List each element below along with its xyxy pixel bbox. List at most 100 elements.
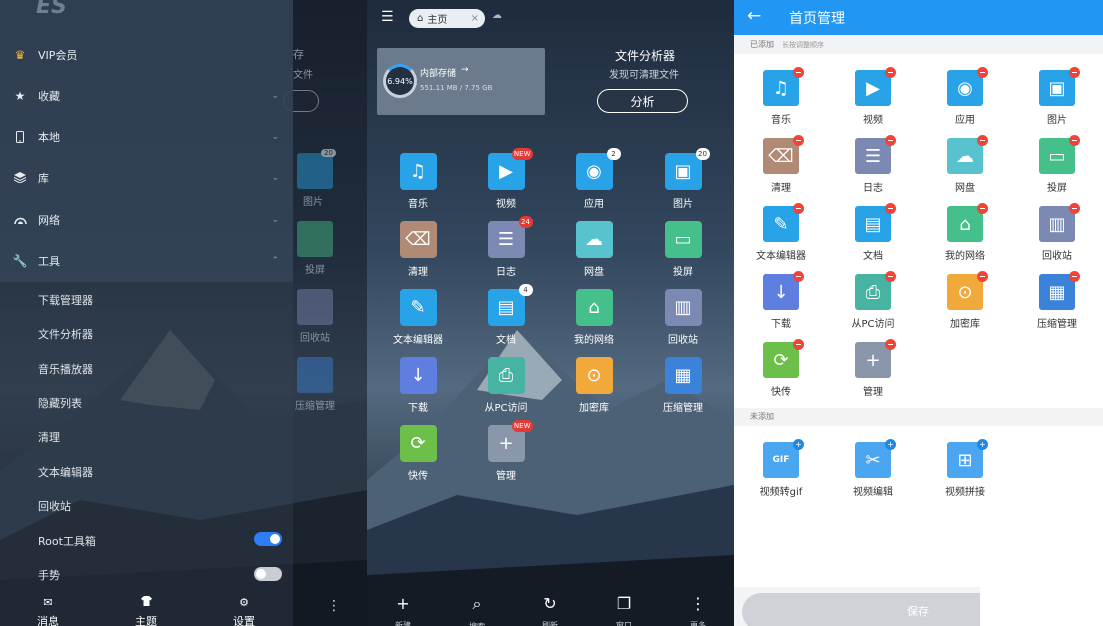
added-item-music[interactable]: ♫ 音乐 <box>751 67 811 126</box>
toolbar-label: 更多 <box>690 621 706 626</box>
tool-download-manager[interactable]: 下载管理器 <box>38 292 93 308</box>
tool-clean[interactable]: 清理 <box>38 429 60 445</box>
cloud-icon[interactable]: ☁ <box>492 10 502 21</box>
home-app-transfer[interactable]: ⟳ 快传 <box>388 425 448 482</box>
home-app-doc[interactable]: ▤ 4 文档 <box>476 284 536 346</box>
remove-icon[interactable] <box>793 339 804 350</box>
remove-icon[interactable] <box>885 339 896 350</box>
home-app-cast[interactable]: ▭ 投屏 <box>653 221 713 278</box>
settings-button[interactable]: ⚙ 设置 <box>214 596 274 626</box>
remove-icon[interactable] <box>793 135 804 146</box>
analyze-button[interactable]: 分析 <box>597 89 688 113</box>
added-item-edit[interactable]: ✎ 文本编辑器 <box>751 203 811 262</box>
remove-icon[interactable] <box>1069 271 1080 282</box>
menu-item-favorites[interactable]: ★ 收藏 ⌄ <box>0 75 293 116</box>
added-item-android[interactable]: ◉ 应用 <box>935 67 995 126</box>
home-app-cloud[interactable]: ☁ 网盘 <box>564 221 624 278</box>
added-item-pc[interactable]: ⎙ 从PC访问 <box>843 271 903 330</box>
added-item-cast[interactable]: ▭ 投屏 <box>1027 135 1087 194</box>
added-item-download[interactable]: ↓ 下载 <box>751 271 811 330</box>
added-item-transfer[interactable]: ⟳ 快传 <box>751 339 811 398</box>
add-icon[interactable]: + <box>793 439 804 450</box>
close-icon[interactable]: × <box>471 13 479 24</box>
remove-icon[interactable] <box>1069 135 1080 146</box>
home-app-router[interactable]: ⌂ 我的网络 <box>564 289 624 346</box>
added-item-trash[interactable]: ▥ 回收站 <box>1027 203 1087 262</box>
cloud-icon: ☁ <box>947 135 988 174</box>
home-app-safe[interactable]: ⊙ 加密库 <box>564 357 624 414</box>
home-app-android[interactable]: ◉ 2 应用 <box>564 148 624 210</box>
toolbar-search[interactable]: ⌕ 搜索 <box>457 594 497 626</box>
remove-icon[interactable] <box>793 203 804 214</box>
home-app-image[interactable]: ▣ 20 图片 <box>653 148 713 210</box>
tool-music-player[interactable]: 音乐播放器 <box>38 361 93 377</box>
added-item-image[interactable]: ▣ 图片 <box>1027 67 1087 126</box>
added-item-safe[interactable]: ⊙ 加密库 <box>935 271 995 330</box>
menu-item-local[interactable]: 本地 ⌄ <box>0 116 293 157</box>
toolbar-windows[interactable]: ❐ 窗口 <box>604 594 644 626</box>
arrow-right-icon: → <box>461 65 469 75</box>
not-added-item-video-edit[interactable]: ✂ + 视频编辑 <box>843 439 903 498</box>
remove-icon[interactable] <box>885 67 896 78</box>
added-item-log[interactable]: ☰ 日志 <box>843 135 903 194</box>
home-screen-behind[interactable]: 存 文件 20 图片 投屏 回收站 压缩管理 ⋮ <box>283 0 367 626</box>
add-icon[interactable]: + <box>885 439 896 450</box>
home-app-music[interactable]: ♫ 音乐 <box>388 153 448 210</box>
tool-hidden-list[interactable]: 隐藏列表 <box>38 395 82 411</box>
home-app-download[interactable]: ↓ 下载 <box>388 357 448 414</box>
remove-icon[interactable] <box>885 203 896 214</box>
remove-icon[interactable] <box>977 203 988 214</box>
remove-icon[interactable] <box>885 271 896 282</box>
added-item-video[interactable]: ▶ 视频 <box>843 67 903 126</box>
tool-recycle-bin[interactable]: 回收站 <box>38 498 71 514</box>
menu-item-network[interactable]: 网络 ⌄ <box>0 199 293 240</box>
remove-icon[interactable] <box>793 271 804 282</box>
back-arrow-icon[interactable]: ← <box>747 6 761 26</box>
remove-icon[interactable] <box>977 67 988 78</box>
home-app-pc[interactable]: ⎙ 从PC访问 <box>476 357 536 414</box>
remove-icon[interactable] <box>977 135 988 146</box>
home-app-video[interactable]: ▶ NEW 视频 <box>476 148 536 210</box>
remove-icon[interactable] <box>1069 203 1080 214</box>
tool-text-editor[interactable]: 文本编辑器 <box>38 464 93 480</box>
added-item-zip[interactable]: ▦ 压缩管理 <box>1027 271 1087 330</box>
gesture-toggle[interactable] <box>254 567 282 581</box>
menu-item-library[interactable]: 库 ⌄ <box>0 157 293 198</box>
home-app-edit[interactable]: ✎ 文本编辑器 <box>388 289 448 346</box>
added-item-plus[interactable]: + 管理 <box>843 339 903 398</box>
home-app-zip[interactable]: ▦ 压缩管理 <box>653 357 713 414</box>
add-icon[interactable]: + <box>977 439 988 450</box>
not-added-item-gif[interactable]: GIF + 视频转gif <box>751 439 811 498</box>
home-app-plus[interactable]: + NEW 管理 <box>476 420 536 482</box>
added-item-router[interactable]: ⌂ 我的网络 <box>935 203 995 262</box>
toolbar-plus[interactable]: + 新建 <box>383 594 423 626</box>
toolbar-more[interactable]: ⋮ 更多 <box>678 594 718 626</box>
menu-label: 收藏 <box>38 89 60 103</box>
added-item-cloud[interactable]: ☁ 网盘 <box>935 135 995 194</box>
tool-file-analyzer[interactable]: 文件分析器 <box>38 326 93 342</box>
home-app-broom[interactable]: ⌫ 清理 <box>388 221 448 278</box>
toolbar-refresh[interactable]: ↻ 刷新 <box>530 594 570 626</box>
tool-gesture[interactable]: 手势 <box>38 567 60 583</box>
menu-label: VIP会员 <box>38 48 78 62</box>
remove-icon[interactable] <box>1069 67 1080 78</box>
home-app-log[interactable]: ☰ 24 日志 <box>476 216 536 278</box>
theme-button[interactable]: 主题 <box>116 596 176 626</box>
root-toolbox-toggle[interactable] <box>254 532 282 546</box>
gif-icon: GIF + <box>763 439 804 478</box>
storage-card[interactable]: 6.94% 内部存储 → 551.11 MB / 7.75 GB <box>377 48 545 115</box>
app-label: 清理 <box>408 267 428 278</box>
remove-icon[interactable] <box>977 271 988 282</box>
remove-icon[interactable] <box>793 67 804 78</box>
added-item-broom[interactable]: ⌫ 清理 <box>751 135 811 194</box>
added-item-doc[interactable]: ▤ 文档 <box>843 203 903 262</box>
home-app-trash[interactable]: ▥ 回收站 <box>653 289 713 346</box>
menu-item-tools[interactable]: 🔧 工具 ⌃ <box>0 240 293 281</box>
tab-home[interactable]: ⌂ 主页 × <box>409 9 485 28</box>
menu-item-vip[interactable]: ♛ VIP会员 <box>0 34 293 75</box>
messages-button[interactable]: ✉ 消息 <box>18 596 78 626</box>
menu-icon[interactable]: ☰ <box>381 9 394 25</box>
not-added-item-video-merge[interactable]: ⊞ + 视频拼接 <box>935 439 995 498</box>
remove-icon[interactable] <box>885 135 896 146</box>
tool-root-toolbox[interactable]: Root工具箱 <box>38 533 96 549</box>
